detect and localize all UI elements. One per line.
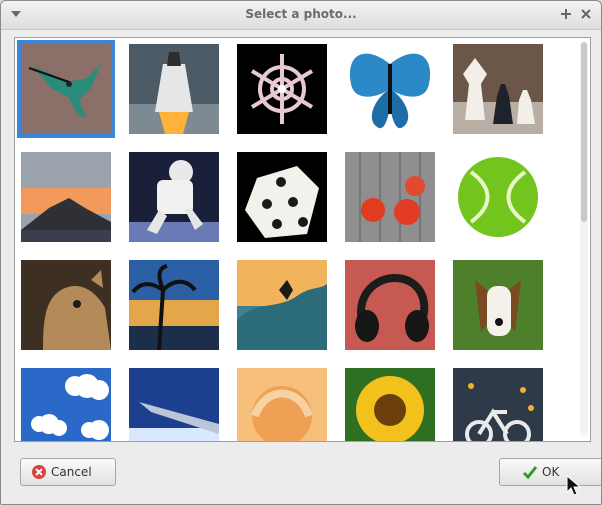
maximize-icon[interactable] xyxy=(557,5,575,23)
grid-scrollbar[interactable] xyxy=(580,42,588,436)
cancel-button-label: Cancel xyxy=(51,465,92,479)
photo-bicycle-sign[interactable] xyxy=(453,368,543,441)
ok-button-label: OK xyxy=(542,465,560,479)
photo-clouds[interactable] xyxy=(21,368,111,441)
check-icon xyxy=(522,464,538,480)
photo-cat[interactable] xyxy=(21,260,111,350)
photo-dog[interactable] xyxy=(453,260,543,350)
photo-dialog: Select a photo... Cancel OK xyxy=(0,0,602,505)
dialog-title: Select a photo... xyxy=(245,7,357,21)
photo-tennis-ball[interactable] xyxy=(453,152,543,242)
title-bar[interactable]: Select a photo... xyxy=(1,1,601,30)
ok-button[interactable]: OK xyxy=(499,458,601,486)
close-icon[interactable] xyxy=(577,5,595,23)
photo-airplane-wing[interactable] xyxy=(129,368,219,441)
cancel-button[interactable]: Cancel xyxy=(20,458,116,486)
photo-grid[interactable] xyxy=(14,37,591,442)
photo-sunflower[interactable] xyxy=(345,368,435,441)
photo-hummingbird[interactable] xyxy=(17,40,115,138)
photo-astronaut[interactable] xyxy=(129,152,219,242)
photo-space-shuttle[interactable] xyxy=(129,44,219,134)
photo-mountain-sunset[interactable] xyxy=(21,152,111,242)
photo-headphones[interactable] xyxy=(345,260,435,350)
photo-surfer[interactable] xyxy=(237,260,327,350)
photo-tomatoes[interactable] xyxy=(345,152,435,242)
photo-rose[interactable] xyxy=(237,368,327,441)
scrollbar-thumb[interactable] xyxy=(581,42,587,222)
mouse-cursor-icon xyxy=(565,474,585,502)
photo-snowflake[interactable] xyxy=(237,44,327,134)
cancel-icon xyxy=(31,464,47,480)
photo-chess-pieces[interactable] xyxy=(453,44,543,134)
photo-die[interactable] xyxy=(237,152,327,242)
photo-butterfly[interactable] xyxy=(345,44,435,134)
photo-palm-sunset[interactable] xyxy=(129,260,219,350)
